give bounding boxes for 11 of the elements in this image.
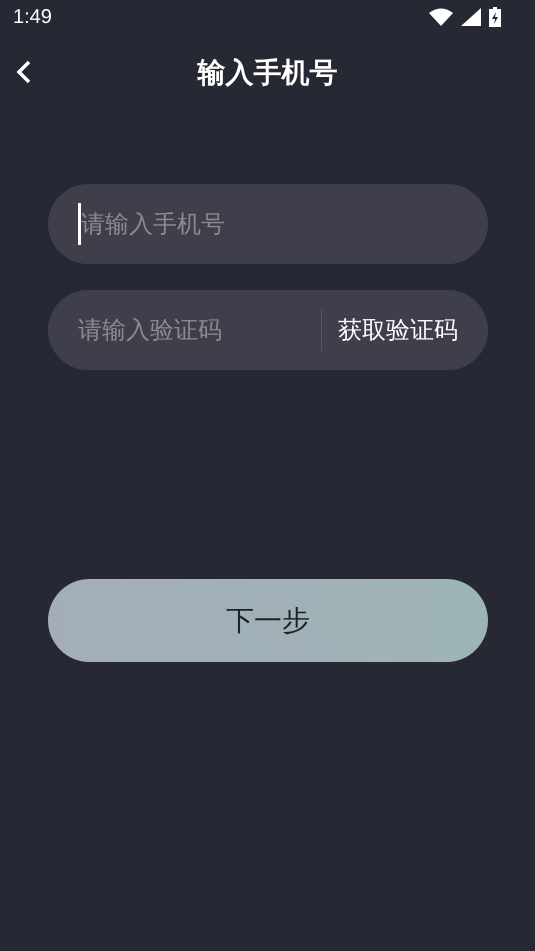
phone-field[interactable]: 请输入手机号 <box>48 184 488 264</box>
next-button[interactable]: 下一步 <box>48 579 488 662</box>
page-title: 输入手机号 <box>198 55 338 91</box>
signal-icon <box>461 8 481 26</box>
get-code-button[interactable]: 获取验证码 <box>338 314 458 346</box>
phone-input[interactable]: 请输入手机号 <box>81 204 458 244</box>
status-time: 1:49 <box>13 6 53 28</box>
battery-icon <box>489 7 501 27</box>
wifi-icon <box>429 8 453 26</box>
code-input[interactable]: 请输入验证码 <box>78 310 305 350</box>
code-field[interactable]: 请输入验证码 获取验证码 <box>48 290 488 370</box>
